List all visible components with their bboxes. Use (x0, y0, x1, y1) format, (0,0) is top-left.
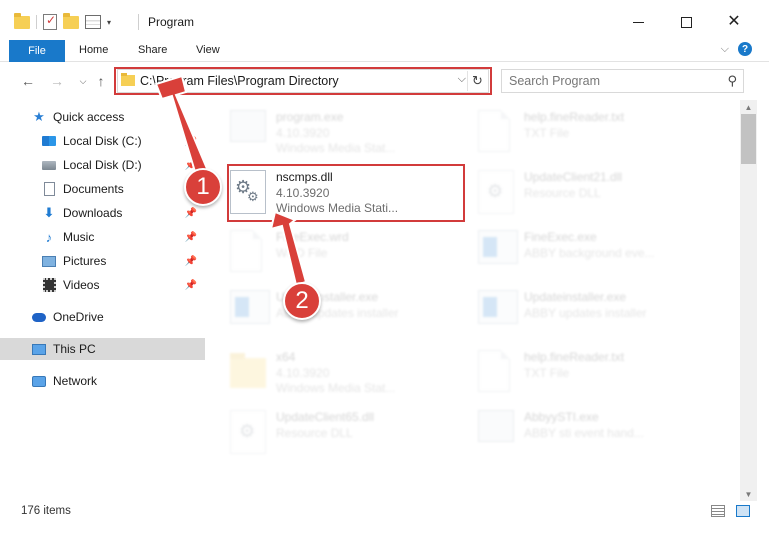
arrow-to-address-bar (154, 74, 210, 177)
annotation-arrows (154, 74, 308, 287)
file-explorer-window: ▾ Program ✕ File Home Share View ⌵ ? ← →… (0, 0, 769, 538)
callout-step-1: 1 (184, 168, 222, 206)
arrow-to-dll-file (269, 210, 308, 287)
callout-step-2: 2 (283, 282, 321, 320)
